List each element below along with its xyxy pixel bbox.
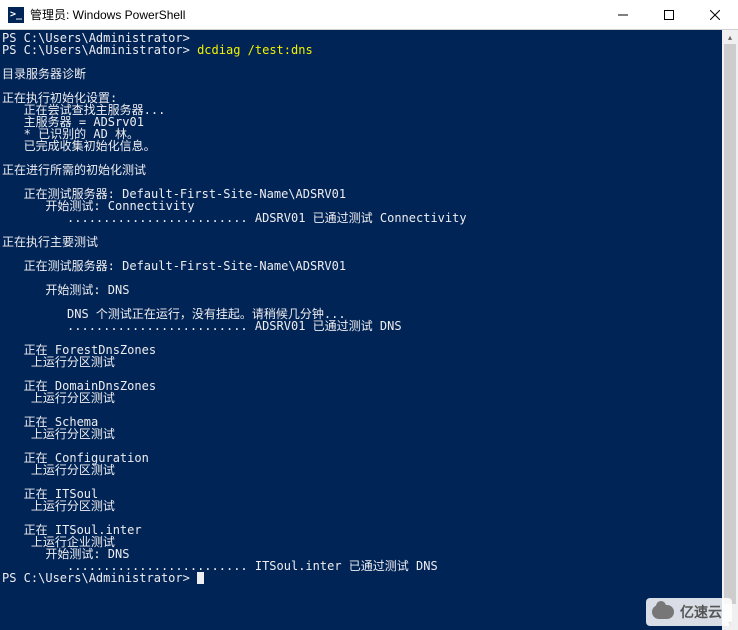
vertical-scrollbar[interactable]: ▴ ▾ <box>722 30 738 630</box>
output-line: 上运行分区测试 <box>2 463 115 477</box>
output-line: 正在执行主要测试 <box>2 235 98 249</box>
output-line: 上运行分区测试 <box>2 427 115 441</box>
prompt: PS C:\Users\Administrator> <box>2 43 190 57</box>
output-line: 已完成收集初始化信息。 <box>2 139 156 153</box>
window: >_ 管理员: Windows PowerShell PS C:\Users\A… <box>0 0 738 630</box>
output-line: 上运行分区测试 <box>2 391 115 405</box>
prompt: PS C:\Users\Administrator> <box>2 571 190 585</box>
scroll-up-arrow-icon[interactable]: ▴ <box>722 30 738 44</box>
output-line: 正在进行所需的初始化测试 <box>2 163 146 177</box>
output-line: ......................... ADSRV01 已通过测试 … <box>2 319 402 333</box>
output-line: ......................... ADSRV01 已通过测试 … <box>2 211 467 225</box>
scrollbar-thumb[interactable] <box>724 44 736 604</box>
cloud-icon <box>652 605 674 619</box>
maximize-button[interactable] <box>646 0 692 30</box>
output-line: 上运行分区测试 <box>2 355 115 369</box>
window-title: 管理员: Windows PowerShell <box>30 6 185 23</box>
output-line: 目录服务器诊断 <box>2 67 86 81</box>
output-line: 开始测试: DNS <box>2 283 129 297</box>
close-button[interactable] <box>692 0 738 30</box>
watermark-text: 亿速云 <box>680 602 722 622</box>
output-line: 正在测试服务器: Default-First-Site-Name\ADSRV01 <box>2 259 346 273</box>
command-text: dcdiag /test:dns <box>197 43 313 57</box>
titlebar[interactable]: >_ 管理员: Windows PowerShell <box>0 0 738 30</box>
minimize-button[interactable] <box>600 0 646 30</box>
powershell-icon: >_ <box>8 7 24 23</box>
cursor <box>197 572 204 584</box>
watermark: 亿速云 <box>646 598 732 626</box>
output-line: 上运行分区测试 <box>2 499 115 513</box>
console-area[interactable]: PS C:\Users\Administrator> PS C:\Users\A… <box>0 30 738 630</box>
